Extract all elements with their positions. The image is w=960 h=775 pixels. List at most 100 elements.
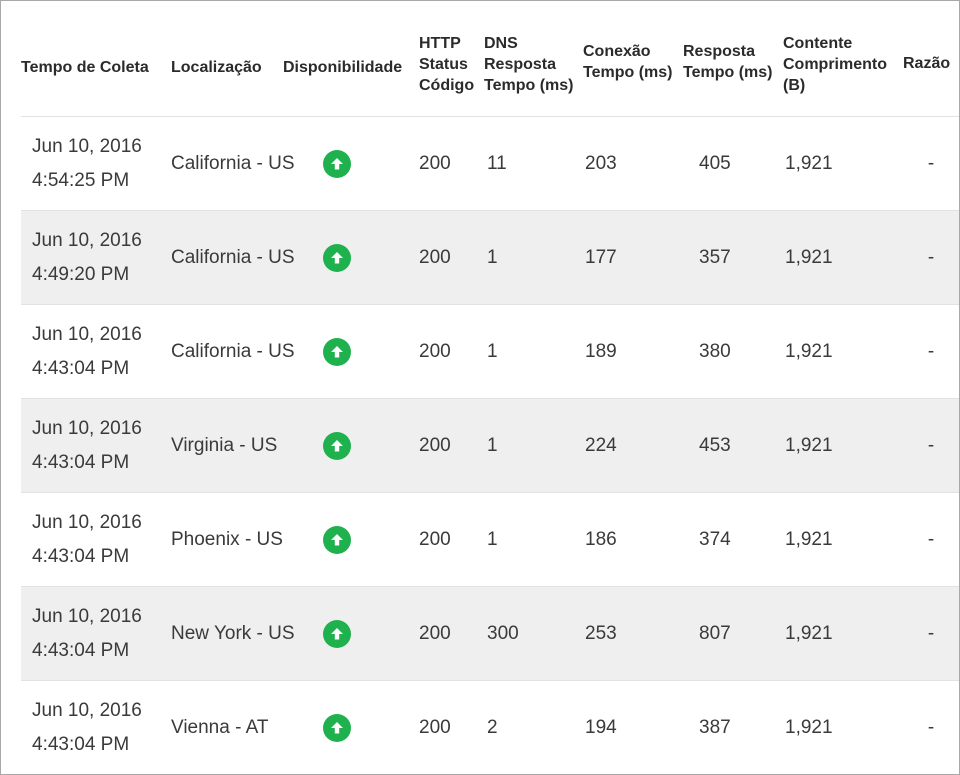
dns-time-cell: 1 bbox=[484, 304, 583, 399]
collect-time-cell: Jun 10, 2016 4:49:20 PM bbox=[21, 210, 171, 305]
connection-time-cell: 186 bbox=[583, 492, 683, 587]
http-status-cell: 200 bbox=[419, 680, 484, 774]
connection-time-cell: 253 bbox=[583, 586, 683, 681]
location-cell: California - US bbox=[171, 210, 295, 305]
collect-time: 4:43:04 PM bbox=[32, 545, 130, 567]
availability-cell bbox=[283, 116, 419, 211]
table-row: Jun 10, 2016 4:43:04 PM Phoenix - US 200 1 18… bbox=[21, 492, 959, 587]
reason-cell: - bbox=[903, 116, 959, 211]
table-row: Jun 10, 2016 4:43:04 PM Vienna - AT 200 2 194… bbox=[21, 680, 959, 774]
dns-time-cell: 1 bbox=[484, 210, 583, 305]
collect-date: Jun 10, 2016 bbox=[32, 511, 142, 533]
collect-time-cell: Jun 10, 2016 4:43:04 PM bbox=[21, 680, 171, 774]
availability-cell bbox=[283, 210, 419, 305]
reason-cell: - bbox=[903, 398, 959, 493]
collect-date: Jun 10, 2016 bbox=[32, 699, 142, 721]
collect-time-cell: Jun 10, 2016 4:43:04 PM bbox=[21, 304, 171, 399]
table-row: Jun 10, 2016 4:43:04 PM New York - US 200 30… bbox=[21, 586, 959, 681]
header-location[interactable]: Localização bbox=[171, 31, 283, 117]
response-time-cell: 453 bbox=[683, 398, 783, 493]
header-connection[interactable]: Conexão Tempo (ms) bbox=[583, 31, 683, 117]
table-row: Jun 10, 2016 4:54:25 PM California - US 200… bbox=[21, 116, 959, 211]
content-length-cell: 1,921 bbox=[783, 680, 903, 774]
reason-cell: - bbox=[903, 304, 959, 399]
location-cell: California - US bbox=[171, 304, 295, 399]
arrow-up-circle-icon bbox=[323, 713, 351, 742]
http-status-cell: 200 bbox=[419, 116, 484, 211]
collect-date: Jun 10, 2016 bbox=[32, 605, 142, 627]
collect-date: Jun 10, 2016 bbox=[32, 323, 142, 345]
collect-time: 4:43:04 PM bbox=[32, 639, 130, 661]
table-header-row: Tempo de Coleta Localização Disponibilid… bbox=[21, 31, 959, 117]
arrow-up-circle-icon bbox=[323, 337, 351, 366]
response-time-cell: 380 bbox=[683, 304, 783, 399]
availability-cell bbox=[283, 398, 419, 493]
arrow-up-circle-icon bbox=[323, 525, 351, 554]
content-length-cell: 1,921 bbox=[783, 116, 903, 211]
http-status-cell: 200 bbox=[419, 210, 484, 305]
dns-time-cell: 1 bbox=[484, 398, 583, 493]
collect-date: Jun 10, 2016 bbox=[32, 135, 142, 157]
reason-cell: - bbox=[903, 210, 959, 305]
location-cell: California - US bbox=[171, 116, 295, 211]
availability-cell bbox=[283, 680, 419, 774]
response-time-cell: 374 bbox=[683, 492, 783, 587]
results-panel: Tempo de Coleta Localização Disponibilid… bbox=[0, 0, 960, 775]
collect-time-cell: Jun 10, 2016 4:43:04 PM bbox=[21, 492, 171, 587]
collect-time: 4:43:04 PM bbox=[32, 357, 130, 379]
dns-time-cell: 300 bbox=[484, 586, 583, 681]
location-cell: Phoenix - US bbox=[171, 492, 283, 587]
http-status-cell: 200 bbox=[419, 398, 484, 493]
collect-time-cell: Jun 10, 2016 4:43:04 PM bbox=[21, 586, 171, 681]
reason-cell: - bbox=[903, 680, 959, 774]
header-availability[interactable]: Disponibilidade bbox=[283, 31, 419, 117]
table-row: Jun 10, 2016 4:43:04 PM Virginia - US 200 1 2… bbox=[21, 398, 959, 493]
content-length-cell: 1,921 bbox=[783, 210, 903, 305]
collect-time-cell: Jun 10, 2016 4:54:25 PM bbox=[21, 116, 171, 211]
content-length-cell: 1,921 bbox=[783, 586, 903, 681]
connection-time-cell: 177 bbox=[583, 210, 683, 305]
header-content-length[interactable]: Contente Comprimento (B) bbox=[783, 31, 903, 117]
table-row: Jun 10, 2016 4:49:20 PM California - US 200… bbox=[21, 210, 959, 305]
arrow-up-circle-icon bbox=[323, 243, 351, 272]
collect-time: 4:49:20 PM bbox=[32, 263, 130, 285]
response-time-cell: 357 bbox=[683, 210, 783, 305]
availability-cell bbox=[283, 586, 419, 681]
response-time-cell: 405 bbox=[683, 116, 783, 211]
connection-time-cell: 189 bbox=[583, 304, 683, 399]
arrow-up-circle-icon bbox=[323, 149, 351, 178]
response-time-cell: 807 bbox=[683, 586, 783, 681]
http-status-cell: 200 bbox=[419, 492, 484, 587]
availability-cell bbox=[283, 492, 419, 587]
response-time-cell: 387 bbox=[683, 680, 783, 774]
content-length-cell: 1,921 bbox=[783, 492, 903, 587]
location-cell: Virginia - US bbox=[171, 398, 283, 493]
reason-cell: - bbox=[903, 492, 959, 587]
header-reason[interactable]: Razão bbox=[903, 31, 959, 117]
collect-date: Jun 10, 2016 bbox=[32, 229, 142, 251]
availability-cell bbox=[283, 304, 419, 399]
table-row: Jun 10, 2016 4:43:04 PM California - US 200… bbox=[21, 304, 959, 399]
content-length-cell: 1,921 bbox=[783, 398, 903, 493]
arrow-up-circle-icon bbox=[323, 431, 351, 460]
arrow-up-circle-icon bbox=[323, 619, 351, 648]
header-response[interactable]: Resposta Tempo (ms) bbox=[683, 31, 783, 117]
dns-time-cell: 2 bbox=[484, 680, 583, 774]
http-status-cell: 200 bbox=[419, 304, 484, 399]
connection-time-cell: 224 bbox=[583, 398, 683, 493]
collect-time-cell: Jun 10, 2016 4:43:04 PM bbox=[21, 398, 171, 493]
dns-time-cell: 1 bbox=[484, 492, 583, 587]
connection-time-cell: 194 bbox=[583, 680, 683, 774]
content-length-cell: 1,921 bbox=[783, 304, 903, 399]
collect-time: 4:54:25 PM bbox=[32, 169, 130, 191]
header-dns-response[interactable]: DNS Resposta Tempo (ms) bbox=[484, 31, 583, 117]
collect-time: 4:43:04 PM bbox=[32, 451, 130, 473]
reason-cell: - bbox=[903, 586, 959, 681]
check-results-table: Tempo de Coleta Localização Disponibilid… bbox=[21, 31, 959, 774]
connection-time-cell: 203 bbox=[583, 116, 683, 211]
header-collect-time[interactable]: Tempo de Coleta bbox=[21, 31, 171, 117]
header-http-status[interactable]: HTTP Status Código bbox=[419, 31, 484, 117]
collect-date: Jun 10, 2016 bbox=[32, 417, 142, 439]
dns-time-cell: 11 bbox=[484, 116, 583, 211]
http-status-cell: 200 bbox=[419, 586, 484, 681]
